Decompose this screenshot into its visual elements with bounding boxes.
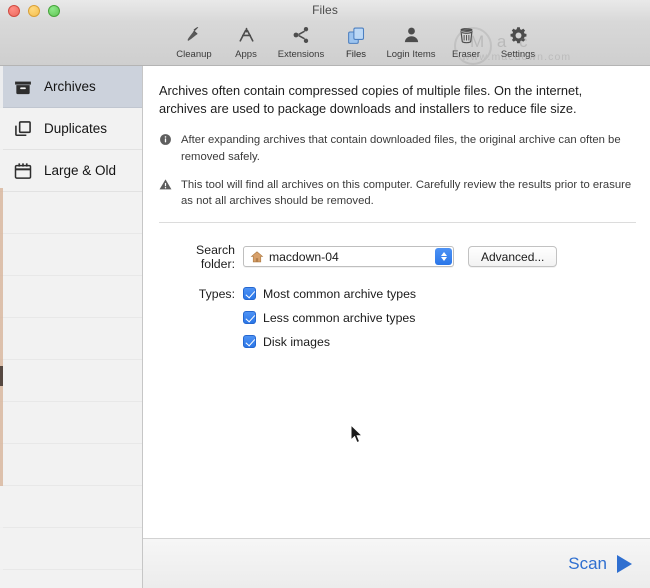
notes-list: After expanding archives that contain do… (159, 132, 636, 210)
search-folder-label: Search folder: (196, 242, 235, 271)
calendar-icon (10, 159, 36, 183)
options-form: Search folder: macdown-04 Advanced... Ty… (159, 243, 636, 354)
app-window: Files Cleanup Apps Extensions Files Logi… (0, 0, 650, 588)
toolbar: Cleanup Apps Extensions Files Login Item… (0, 22, 650, 66)
toolbar-label-files: Files (345, 49, 367, 60)
gear-icon (505, 23, 531, 47)
note-info: After expanding archives that contain do… (159, 132, 636, 165)
sidebar: Archives Duplicates Large & Old (0, 66, 143, 588)
note-warning-text: This tool will find all archives on this… (181, 179, 632, 208)
warning-triangle-icon (159, 177, 173, 210)
checkbox-most-common-archive-types[interactable] (243, 287, 256, 301)
user-icon (398, 23, 424, 47)
toolbar-item-settings[interactable]: Settings (492, 22, 544, 60)
sidebar-empty-row (0, 234, 142, 276)
toolbar-label-settings: Settings (500, 49, 536, 60)
sidebar-item-large-and-old[interactable]: Large & Old (0, 150, 142, 192)
info-circle-icon (159, 132, 173, 165)
sidebar-label-large-and-old: Large & Old (44, 163, 117, 178)
checkbox-label-disk-images: Disk images (263, 334, 330, 349)
note-warning: This tool will find all archives on this… (159, 177, 636, 210)
types-row-2: Less common archive types (159, 306, 636, 330)
toolbar-label-extensions: Extensions (277, 49, 325, 60)
advanced-button[interactable]: Advanced... (468, 246, 558, 268)
search-folder-popup[interactable]: macdown-04 (243, 246, 454, 268)
search-folder-value: macdown-04 (269, 249, 339, 264)
sidebar-empty-row (0, 444, 142, 486)
toolbar-item-cleanup[interactable]: Cleanup (168, 22, 220, 60)
title-bar: Files (0, 0, 650, 22)
sidebar-empty-row (0, 192, 142, 234)
note-info-text: After expanding archives that contain do… (181, 134, 621, 163)
sidebar-item-archives[interactable]: Archives (0, 66, 142, 108)
toolbar-item-extensions[interactable]: Extensions (272, 22, 330, 60)
broom-icon (181, 23, 207, 47)
checkbox-label-less-common: Less common archive types (263, 310, 416, 325)
checkbox-disk-images[interactable] (243, 335, 256, 349)
archive-box-icon (10, 75, 36, 99)
play-triangle-icon (617, 554, 632, 573)
duplicate-icon (10, 117, 36, 141)
main-panel: Archives often contain compressed copies… (143, 66, 650, 588)
footer-bar: Scan (143, 538, 650, 588)
trash-icon (453, 23, 479, 47)
checkbox-label-most-common: Most common archive types (263, 286, 417, 301)
share-node-icon (288, 23, 314, 47)
sidebar-item-duplicates[interactable]: Duplicates (0, 108, 142, 150)
scan-label: Scan (568, 553, 607, 573)
types-label: Types: (198, 286, 235, 301)
window-body: Archives Duplicates Large & Old Archives… (0, 66, 650, 588)
up-down-stepper-icon[interactable] (435, 248, 452, 266)
types-row-1: Types: Most common archive types (159, 282, 636, 306)
checkbox-less-common-archive-types[interactable] (243, 311, 256, 325)
toolbar-item-apps[interactable]: Apps (220, 22, 272, 60)
sidebar-edge-strip (0, 66, 3, 588)
window-title: Files (312, 3, 338, 17)
section-divider (159, 221, 636, 223)
types-row-3: Disk images (159, 330, 636, 354)
toolbar-item-files[interactable]: Files (330, 22, 382, 60)
sidebar-empty-row (0, 486, 142, 528)
scan-button[interactable]: Scan (568, 554, 632, 574)
sidebar-empty-row (0, 402, 142, 444)
sidebar-empty-row (0, 318, 142, 360)
toolbar-label-login-items: Login Items (386, 49, 436, 60)
toolbar-item-login-items[interactable]: Login Items (382, 22, 440, 60)
toolbar-label-apps: Apps (235, 49, 257, 60)
app-store-icon (233, 23, 259, 47)
sidebar-label-archives: Archives (44, 79, 96, 94)
sidebar-empty-row (0, 360, 142, 402)
types-group: Types: Most common archive types Less co… (159, 282, 636, 354)
toolbar-label-eraser: Eraser (452, 49, 480, 60)
sidebar-empty-row (0, 276, 142, 318)
main-scroll-area: Archives often contain compressed copies… (143, 66, 650, 538)
toolbar-label-cleanup: Cleanup (176, 49, 212, 60)
intro-text: Archives often contain compressed copies… (159, 83, 583, 117)
files-icon (343, 23, 369, 47)
home-icon (250, 250, 264, 264)
toolbar-item-eraser[interactable]: Eraser (440, 22, 492, 60)
sidebar-empty-row (0, 528, 142, 570)
search-folder-row: Search folder: macdown-04 Advanced... (159, 243, 636, 271)
sidebar-label-duplicates: Duplicates (44, 121, 108, 136)
